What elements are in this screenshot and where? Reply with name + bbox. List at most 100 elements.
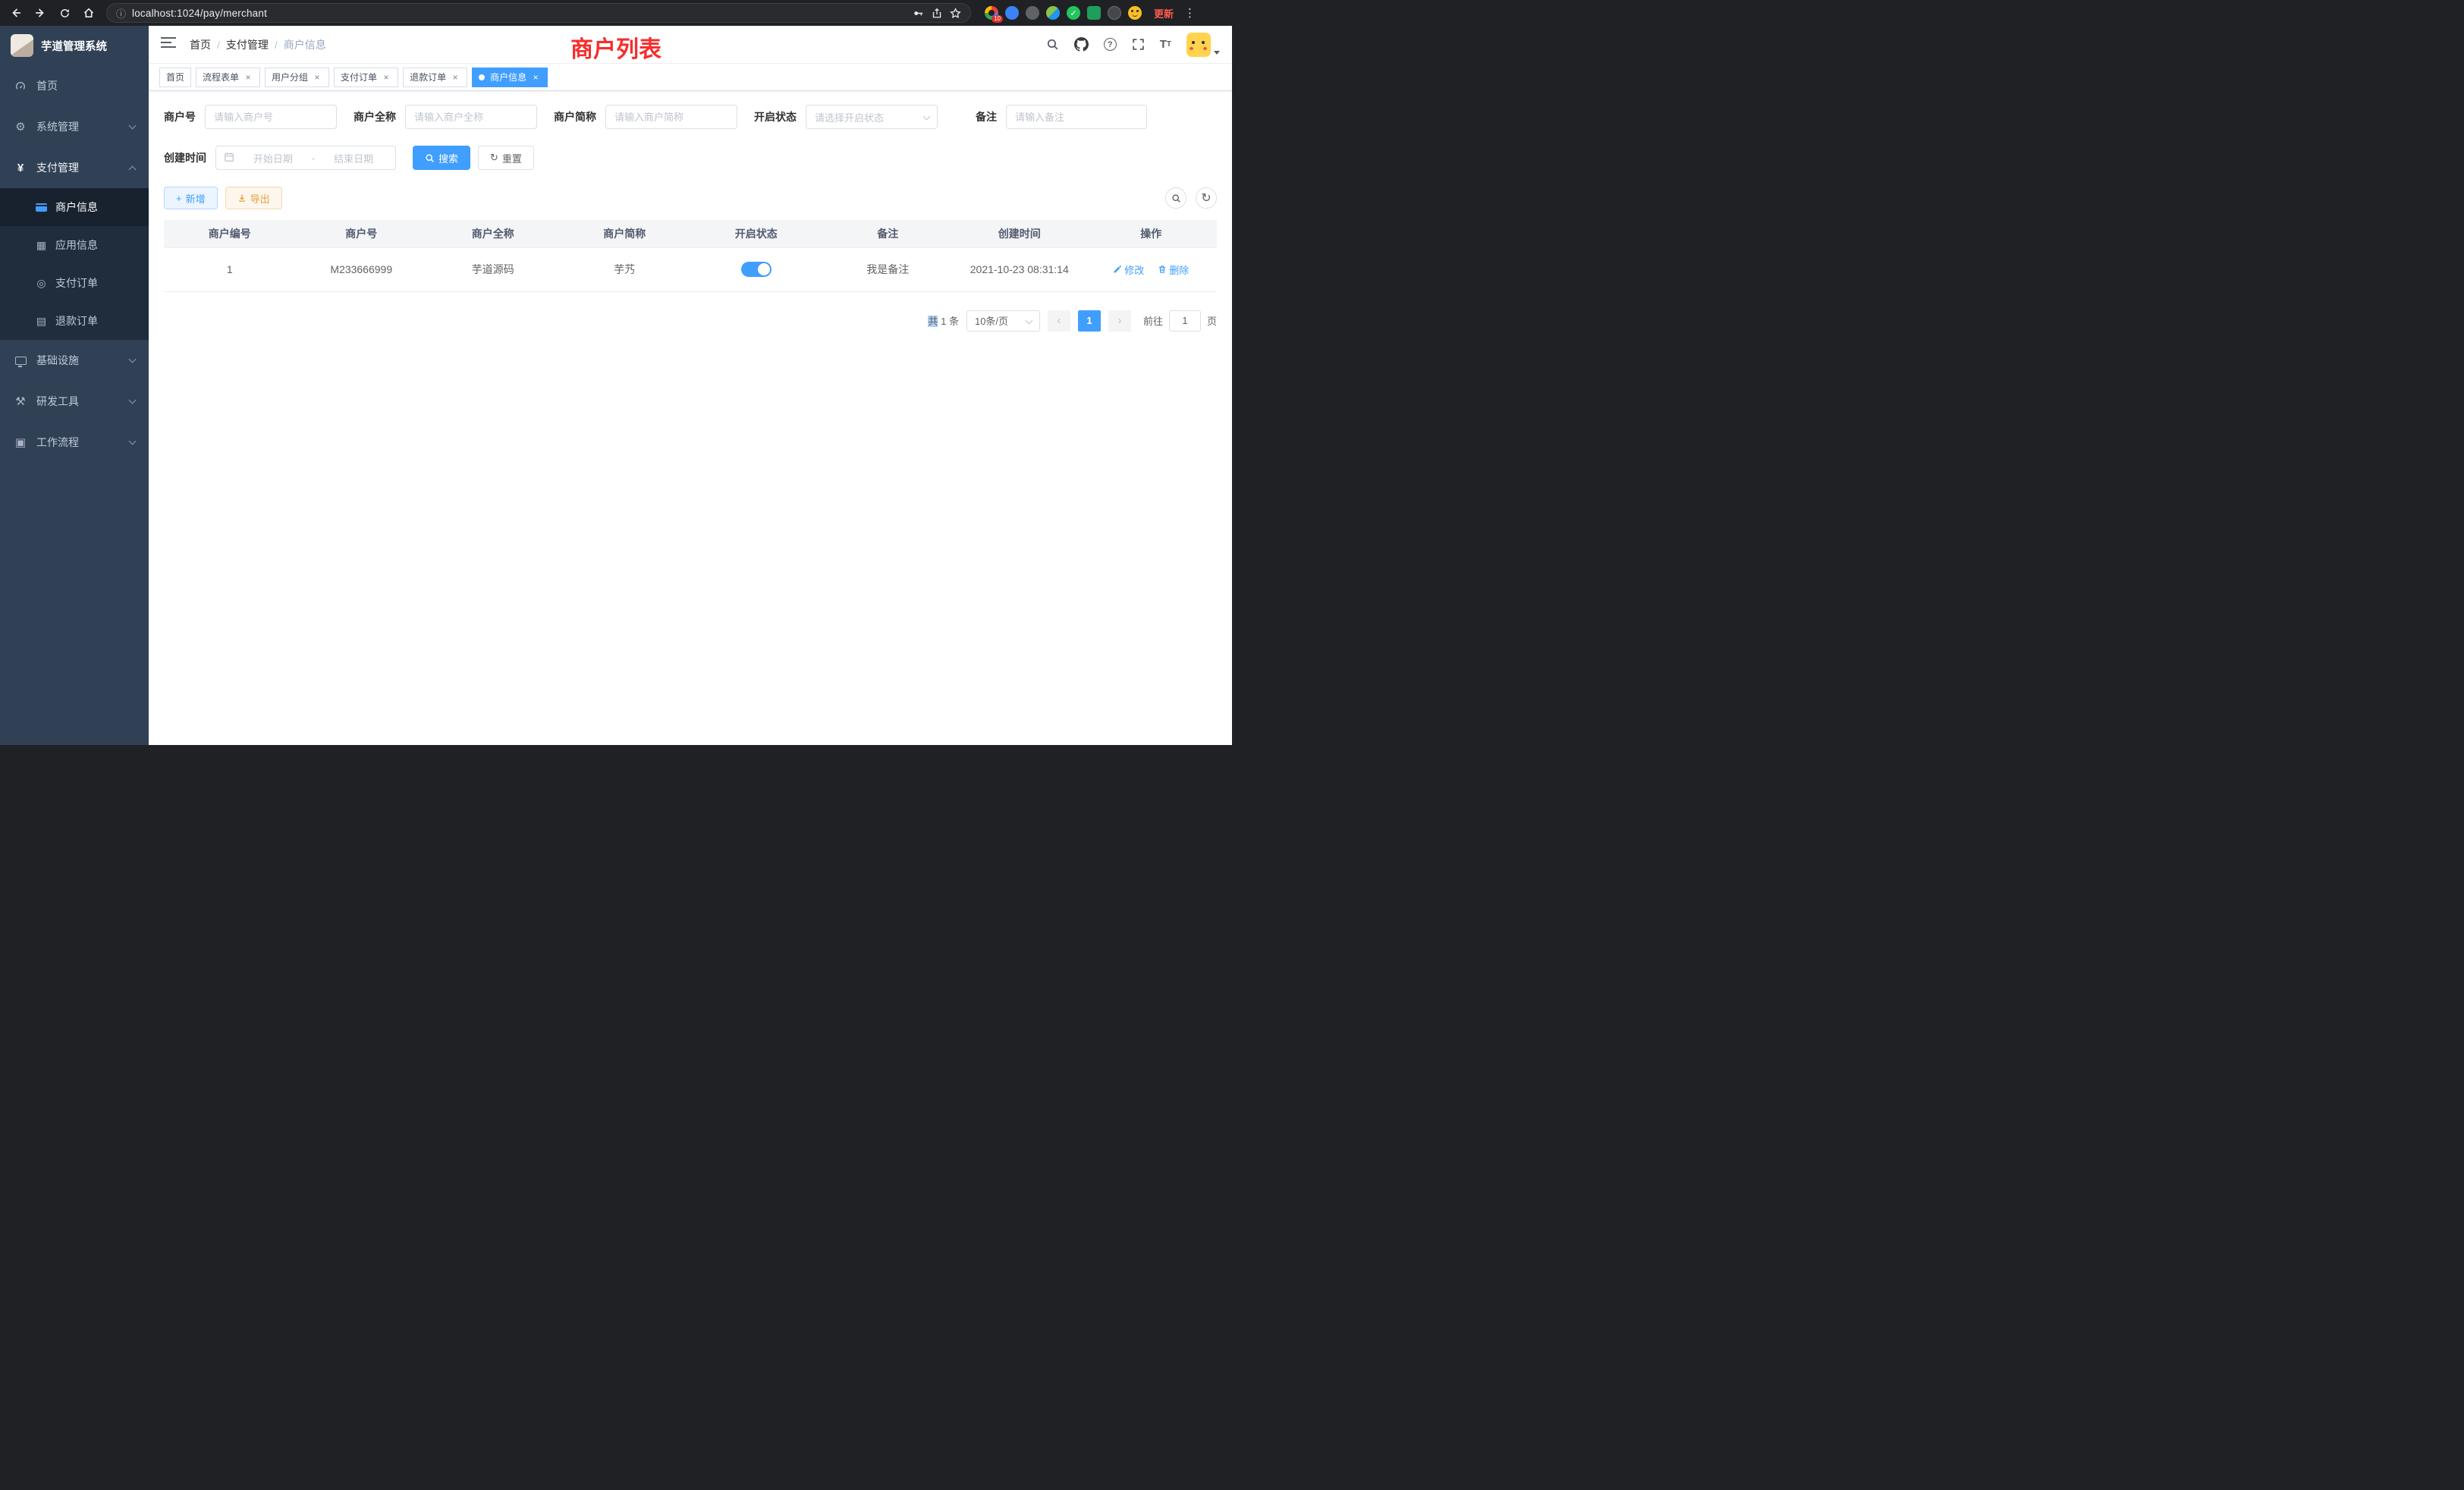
tab-close-icon[interactable]: × (530, 72, 541, 83)
tab-close-icon[interactable]: × (381, 72, 391, 83)
payment-submenu: 商户信息 ▦ 应用信息 ◎ 支付订单 ▤ 退款订单 (0, 188, 149, 340)
merchant-no-input[interactable] (205, 105, 337, 129)
tab-user-group[interactable]: 用户分组 × (265, 68, 329, 87)
browser-menu-icon[interactable]: ⋮ (1180, 6, 1201, 20)
extension-color-icon[interactable] (1046, 6, 1060, 20)
sidebar-item-dev-tools[interactable]: ⚒ 研发工具 (0, 381, 149, 422)
tab-close-icon[interactable]: × (243, 72, 253, 83)
sidebar-item-label: 商户信息 (55, 200, 98, 215)
table-header-row: 商户编号 商户号 商户全称 商户简称 开启状态 备注 创建时间 操作 (164, 220, 1217, 247)
search-icon[interactable] (1046, 38, 1059, 51)
tab-home[interactable]: 首页 (159, 68, 191, 87)
search-button-label: 搜索 (438, 151, 458, 165)
tab-label: 支付订单 (341, 71, 377, 83)
extension-pinwheel-icon[interactable]: 10 (985, 6, 998, 20)
total-prefix: 共 (928, 316, 938, 327)
sidebar-item-merchant-info[interactable]: 商户信息 (0, 188, 149, 226)
edit-link[interactable]: 修改 (1113, 262, 1144, 277)
briefcase-icon: ▣ (14, 435, 27, 449)
address-bar[interactable]: ⓘ localhost:1024/pay/merchant (106, 3, 971, 23)
sidebar-item-refund-order[interactable]: ▤ 退款订单 (0, 302, 149, 340)
home-icon[interactable] (79, 3, 99, 23)
breadcrumb-home[interactable]: 首页 (190, 37, 211, 52)
user-menu[interactable] (1186, 33, 1220, 57)
browser-update-button[interactable]: 更新 (1148, 4, 1180, 23)
reset-button[interactable]: ↻ 重置 (478, 146, 534, 170)
sidebar-item-infrastructure[interactable]: 基础设施 (0, 340, 149, 381)
extension-knot-icon[interactable] (1108, 6, 1121, 20)
tools-icon: ⚒ (14, 395, 27, 408)
date-separator: - (312, 152, 315, 164)
tab-process-form[interactable]: 流程表单 × (196, 68, 260, 87)
help-icon[interactable]: ? (1104, 38, 1117, 51)
export-button[interactable]: 导出 (225, 187, 282, 209)
forward-icon[interactable] (30, 3, 50, 23)
search-button[interactable]: 搜索 (413, 146, 470, 170)
pagination: 共 1 条 10条/页 ‹ 1 › 前往 页 (164, 310, 1217, 332)
chevron-down-icon (1026, 316, 1033, 324)
page-size-value: 10条/页 (975, 313, 1008, 328)
sidebar-item-system[interactable]: ⚙ 系统管理 (0, 106, 149, 147)
col-actions: 操作 (1086, 220, 1218, 247)
chevron-down-icon (129, 356, 137, 363)
tab-pay-order[interactable]: 支付订单 × (334, 68, 398, 87)
sidebar-item-workflow[interactable]: ▣ 工作流程 (0, 422, 149, 463)
delete-link-label: 删除 (1169, 262, 1189, 277)
breadcrumb-section[interactable]: 支付管理 (226, 37, 269, 52)
pagination-total: 共 1 条 (928, 313, 959, 328)
date-start-placeholder: 开始日期 (239, 151, 307, 165)
tab-close-icon[interactable]: × (312, 72, 322, 83)
sidebar-item-home[interactable]: 首页 (0, 65, 149, 106)
bookmark-star-icon[interactable] (950, 8, 961, 19)
sidebar-item-payment[interactable]: ¥ 支付管理 (0, 147, 149, 188)
full-name-input[interactable] (405, 105, 537, 129)
extension-smiley-icon[interactable] (1128, 6, 1142, 20)
refresh-icon[interactable] (55, 3, 74, 23)
sidebar-toggle-icon[interactable] (161, 36, 178, 52)
add-button[interactable]: + 新增 (164, 187, 218, 209)
status-select[interactable]: 请选择开启状态 (806, 105, 938, 129)
share-icon[interactable] (932, 8, 942, 19)
date-range-picker[interactable]: 开始日期 - 结束日期 (215, 146, 396, 170)
github-icon[interactable] (1074, 37, 1089, 52)
delete-link[interactable]: 删除 (1158, 262, 1189, 277)
extension-check-icon[interactable]: ✓ (1067, 6, 1080, 20)
sidebar-item-label: 系统管理 (36, 119, 79, 134)
extension-sheet-icon[interactable] (1087, 6, 1101, 20)
page-size-select[interactable]: 10条/页 (966, 310, 1040, 332)
fullscreen-icon[interactable] (1132, 38, 1145, 51)
font-size-icon[interactable]: TT (1160, 38, 1171, 51)
extension-drop-icon[interactable] (1005, 6, 1019, 20)
tab-refund-order[interactable]: 退款订单 × (403, 68, 467, 87)
toggle-search-button[interactable] (1165, 187, 1186, 209)
yen-icon: ¥ (14, 162, 27, 174)
tab-label: 商户信息 (490, 71, 526, 83)
site-info-icon[interactable]: ⓘ (116, 6, 126, 20)
goto-page-input[interactable] (1169, 310, 1201, 332)
tab-close-icon[interactable]: × (450, 72, 460, 83)
short-name-label: 商户简称 (554, 109, 596, 124)
sidebar-logo[interactable]: 芋道管理系统 (0, 26, 149, 65)
caret-down-icon (1214, 51, 1220, 55)
refresh-table-button[interactable]: ↻ (1196, 187, 1217, 209)
extension-dark-icon[interactable] (1026, 6, 1039, 20)
remark-input[interactable] (1006, 105, 1147, 129)
next-page-button[interactable]: › (1108, 310, 1131, 332)
create-time-label: 创建时间 (164, 150, 206, 165)
sidebar-item-label: 基础设施 (36, 353, 79, 368)
user-avatar[interactable] (1186, 33, 1211, 57)
short-name-input[interactable] (605, 105, 737, 129)
table-toolbar: + 新增 导出 ↻ (164, 187, 1217, 209)
cell-merchant-id: 1 (164, 247, 296, 291)
sidebar-item-pay-order[interactable]: ◎ 支付订单 (0, 264, 149, 302)
tab-merchant-info[interactable]: 商户信息 × (472, 68, 548, 87)
url-text[interactable]: localhost:1024/pay/merchant (132, 8, 913, 19)
page-number-button[interactable]: 1 (1078, 310, 1101, 332)
sidebar-item-app-info[interactable]: ▦ 应用信息 (0, 226, 149, 264)
prev-page-button[interactable]: ‹ (1048, 310, 1070, 332)
col-merchant-no: 商户号 (296, 220, 428, 247)
back-icon[interactable] (6, 3, 26, 23)
plus-icon: + (176, 193, 182, 204)
status-toggle[interactable] (741, 262, 772, 277)
password-key-icon[interactable] (913, 8, 924, 19)
